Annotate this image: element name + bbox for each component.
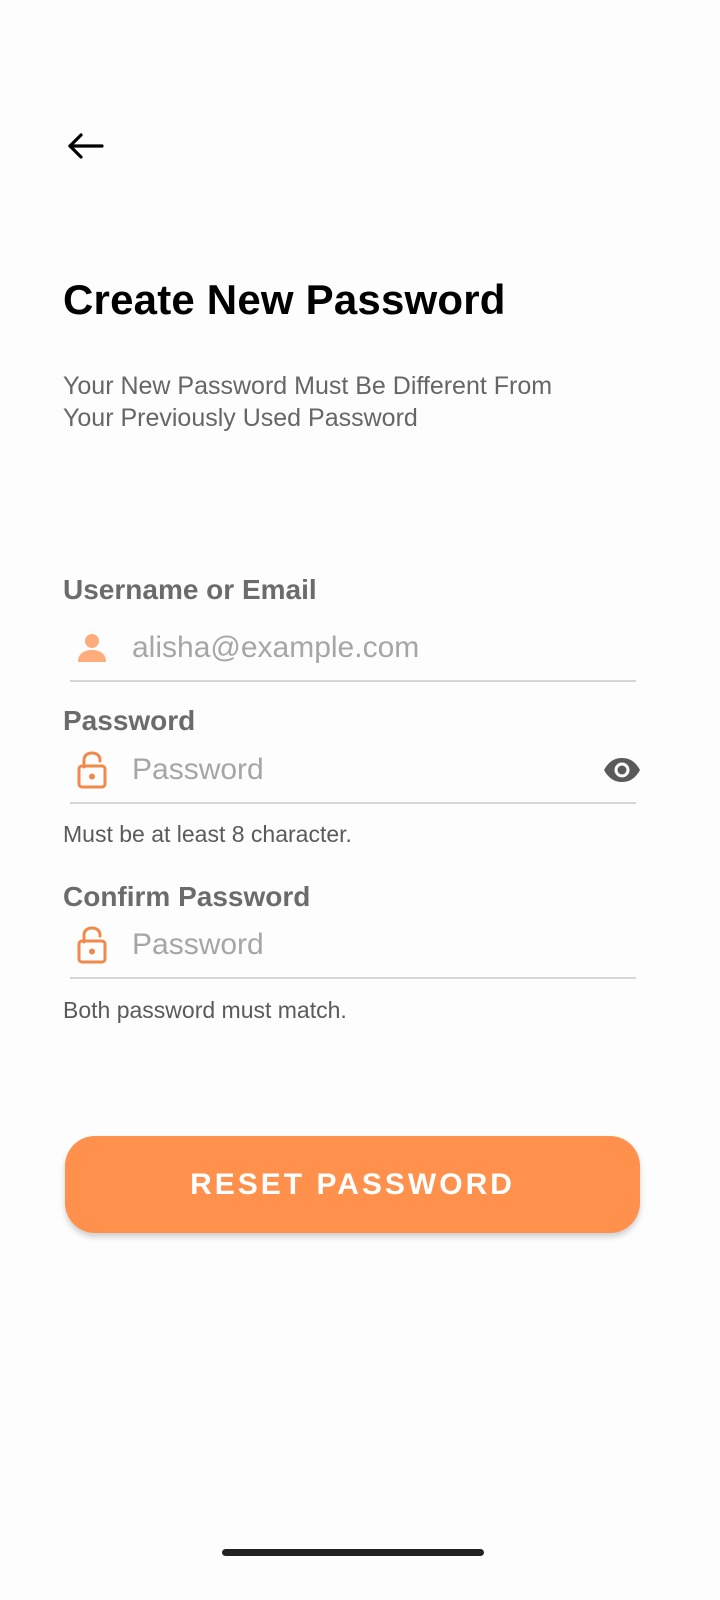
home-indicator[interactable]: [222, 1549, 484, 1556]
lock-open-icon: [72, 925, 112, 965]
confirm-password-field[interactable]: [70, 913, 636, 979]
reset-password-screen: Create New Password Your New Password Mu…: [0, 0, 720, 1600]
password-input[interactable]: [132, 753, 572, 787]
password-label: Password: [63, 705, 196, 736]
password-hint: Must be at least 8 character.: [63, 821, 352, 847]
page-title: Create New Password: [63, 276, 506, 323]
confirm-password-hint: Both password must match.: [63, 997, 347, 1023]
page-subtitle: Your New Password Must Be Different From…: [63, 370, 663, 434]
back-button[interactable]: [56, 118, 116, 174]
password-field[interactable]: [70, 738, 640, 804]
arrow-left-icon: [68, 133, 104, 159]
subtitle-line-2: Your Previously Used Password: [63, 404, 418, 432]
toggle-password-visibility-button[interactable]: [600, 748, 644, 792]
eye-icon: [604, 758, 640, 782]
confirm-password-label: Confirm Password: [63, 881, 311, 912]
subtitle-line-1: Your New Password Must Be Different From: [63, 372, 553, 400]
username-label: Username or Email: [63, 574, 317, 605]
reset-password-button[interactable]: RESET PASSWORD: [65, 1136, 640, 1233]
person-icon: [72, 628, 112, 668]
confirm-password-input[interactable]: [132, 928, 572, 962]
username-field[interactable]: [70, 616, 636, 682]
lock-open-icon: [72, 750, 112, 790]
username-input[interactable]: [132, 631, 572, 665]
